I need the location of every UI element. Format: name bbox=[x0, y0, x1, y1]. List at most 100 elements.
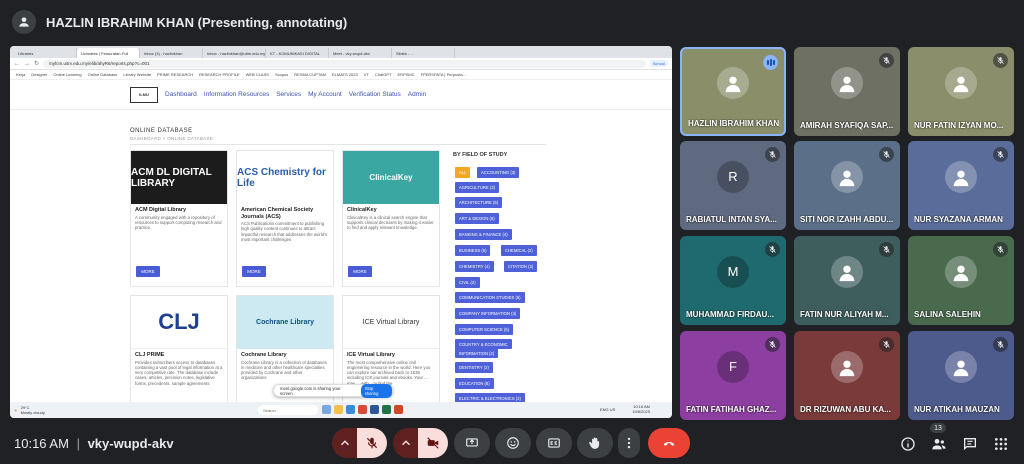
browser-tab[interactable]: KT - KOMUNIKASI DIGITAL bbox=[266, 48, 329, 58]
mic-off-icon bbox=[366, 437, 378, 449]
participant-tile[interactable]: HAZLIN IBRAHIM KHAN bbox=[680, 47, 786, 136]
chip-dentistry[interactable]: DENTISTRY (2) bbox=[455, 362, 493, 373]
forward-icon[interactable]: → bbox=[24, 61, 30, 67]
chip-art-design[interactable]: ART & DESIGN (6) bbox=[455, 213, 499, 224]
chip-chemical[interactable]: CHEMICAL (2) bbox=[501, 245, 537, 256]
bookmark[interactable]: RESMA CUPTAM bbox=[294, 72, 326, 77]
folder-icon[interactable] bbox=[334, 405, 343, 414]
mic-toggle-button[interactable] bbox=[357, 428, 387, 458]
more-button[interactable]: MORE bbox=[136, 266, 160, 277]
chip-education[interactable]: EDUCATION (8) bbox=[455, 378, 494, 389]
bookmark[interactable]: Online Learning bbox=[53, 72, 81, 77]
chip-chemistry[interactable]: CHEMISTRY (4) bbox=[455, 261, 494, 272]
mic-off-icon bbox=[879, 53, 894, 68]
edge-icon[interactable] bbox=[346, 405, 355, 414]
bookmark[interactable]: Library Website bbox=[123, 72, 151, 77]
url-field[interactable]: myfcm.uitm.edu.my/elib/ahyR6/reports.php… bbox=[43, 59, 646, 68]
database-image: ACS Chemistry for Life bbox=[237, 151, 333, 204]
chat-button[interactable] bbox=[960, 434, 980, 454]
participant-tile[interactable]: R RABIATUL INTAN SYA... bbox=[680, 141, 786, 230]
participant-tile[interactable]: F FATIN FATIHAH GHAZ... bbox=[680, 331, 786, 420]
participant-tile[interactable]: NUR SYAZANA ARMAN bbox=[908, 141, 1014, 230]
bookmark[interactable]: Scopus bbox=[275, 72, 288, 77]
browser-tab[interactable]: Slides - ... bbox=[392, 48, 455, 58]
tray-language[interactable]: ENG US bbox=[600, 407, 615, 412]
word-icon[interactable] bbox=[370, 405, 379, 414]
initial-avatar: F bbox=[717, 350, 749, 383]
activities-button[interactable] bbox=[991, 434, 1011, 454]
bookmark[interactable]: RESEARCH PROFILE bbox=[199, 72, 239, 77]
participant-tile[interactable]: FATIN NUR ALIYAH M... bbox=[794, 236, 900, 325]
chip-agriculture[interactable]: AGRICULTURE (3) bbox=[455, 182, 499, 193]
powerpoint-icon[interactable] bbox=[394, 405, 403, 414]
participant-tile[interactable]: AMIRAH SYAFIQA SAP... bbox=[794, 47, 900, 136]
bookmark[interactable]: Designer bbox=[31, 72, 47, 77]
reactions-button[interactable] bbox=[495, 428, 531, 458]
participant-tile[interactable]: SALINA SALEHIN bbox=[908, 236, 1014, 325]
browser-tab-active[interactable]: Ucimates | Persuratan-Full bbox=[77, 48, 140, 58]
present-button[interactable] bbox=[454, 428, 490, 458]
bookmark[interactable]: WEB CLASS bbox=[246, 72, 269, 77]
bookmark[interactable]: Online Database bbox=[88, 72, 118, 77]
bookmarks-bar: Kerja Designer Online Learning Online Da… bbox=[10, 70, 672, 80]
chip-architecture[interactable]: ARCHITECTURE (5) bbox=[455, 197, 503, 208]
info-button[interactable] bbox=[898, 434, 918, 454]
more-button[interactable]: MORE bbox=[242, 266, 266, 277]
bookmark[interactable]: ELMATS 2023 bbox=[332, 72, 358, 77]
participant-tile[interactable]: NUR ATIKAH MAUZAN bbox=[908, 331, 1014, 420]
reload-icon[interactable]: ↻ bbox=[34, 60, 39, 67]
chip-accounting[interactable]: ACCOUNTING (3) bbox=[477, 167, 520, 178]
bookmark[interactable]: FPERSPATA | Perpusta... bbox=[421, 72, 466, 77]
chip-banking-finance[interactable]: BANKING & FINANCE (4) bbox=[455, 229, 512, 240]
bookmark[interactable]: PRIME RESEARCH bbox=[157, 72, 193, 77]
more-options-button[interactable] bbox=[618, 428, 640, 458]
participant-tile[interactable]: M MUHAMMAD FIRDAU... bbox=[680, 236, 786, 325]
taskbar-clock[interactable]: 10:16 AM 19/8/2025 bbox=[632, 404, 650, 414]
bookmark[interactable]: VT bbox=[364, 72, 369, 77]
chip-communication-studies[interactable]: COMMUNICATION STUDIES (5) bbox=[455, 292, 525, 303]
people-button[interactable] bbox=[929, 434, 949, 454]
participant-name: MUHAMMAD FIRDAU... bbox=[686, 310, 774, 319]
excel-icon[interactable] bbox=[382, 405, 391, 414]
back-icon[interactable]: ← bbox=[14, 61, 20, 67]
chip-civil[interactable]: CIVIL (2) bbox=[455, 277, 480, 288]
camera-options-button[interactable] bbox=[393, 428, 419, 458]
nav-dashboard[interactable]: Dashboard bbox=[165, 91, 197, 98]
mic-options-button[interactable] bbox=[332, 428, 358, 458]
nav-services[interactable]: Services bbox=[276, 91, 301, 98]
taskbar-search[interactable]: Search bbox=[258, 405, 318, 415]
site-logo[interactable]: ILMU bbox=[130, 86, 158, 103]
nav-information-resources[interactable]: Information Resources bbox=[204, 91, 269, 98]
bookmark[interactable]: ERPSMC bbox=[398, 72, 415, 77]
captions-button[interactable] bbox=[536, 428, 572, 458]
leave-call-button[interactable] bbox=[648, 428, 690, 458]
mic-off-icon bbox=[879, 337, 894, 352]
chip-computer-science[interactable]: COMPUTER SCIENCE (6) bbox=[455, 324, 514, 335]
bookmark[interactable]: ChatGPT bbox=[375, 72, 392, 77]
browser-tab[interactable]: Inbox - hazlinkhan@uitm.edu.my bbox=[203, 48, 266, 58]
stop-sharing-button[interactable]: Stop sharing bbox=[360, 383, 392, 398]
nav-my-account[interactable]: My Account bbox=[308, 91, 342, 98]
chip-company-information[interactable]: COMPANY INFORMATION (3) bbox=[455, 308, 521, 319]
chip-all[interactable]: ALL bbox=[455, 167, 471, 178]
nav-admin[interactable]: Admin bbox=[408, 91, 426, 98]
chip-citation[interactable]: CITATION (2) bbox=[504, 261, 538, 272]
avatar bbox=[831, 350, 863, 383]
participant-tile[interactable]: NUR FATIN IZYAN MO... bbox=[908, 47, 1014, 136]
camera-toggle-button[interactable] bbox=[418, 428, 448, 458]
app-icon[interactable] bbox=[322, 405, 331, 414]
chip-business[interactable]: BUSINESS (5) bbox=[455, 245, 491, 256]
chrome-icon[interactable] bbox=[358, 405, 367, 414]
browser-tab[interactable]: Libraries bbox=[14, 48, 77, 58]
browser-tab[interactable]: Inbox (3) - hazlinkhan bbox=[140, 48, 203, 58]
participant-tile[interactable]: SITI NOR IZAHH ABDU... bbox=[794, 141, 900, 230]
card-desc: Provides subscribers access to databases… bbox=[135, 359, 223, 386]
profile-chip[interactable]: School bbox=[649, 60, 668, 67]
participant-tile[interactable]: DR RIZUWAN ABU KA... bbox=[794, 331, 900, 420]
raise-hand-button[interactable] bbox=[577, 428, 613, 458]
browser-tab[interactable]: Meet - vky-wupd-akv bbox=[329, 48, 392, 58]
nav-verification-status[interactable]: Verification Status bbox=[349, 91, 401, 98]
bookmark[interactable]: Kerja bbox=[16, 72, 25, 77]
more-button[interactable]: MORE bbox=[348, 266, 372, 277]
chip-country-economic-info[interactable]: INFORMATION (2) bbox=[455, 348, 499, 358]
